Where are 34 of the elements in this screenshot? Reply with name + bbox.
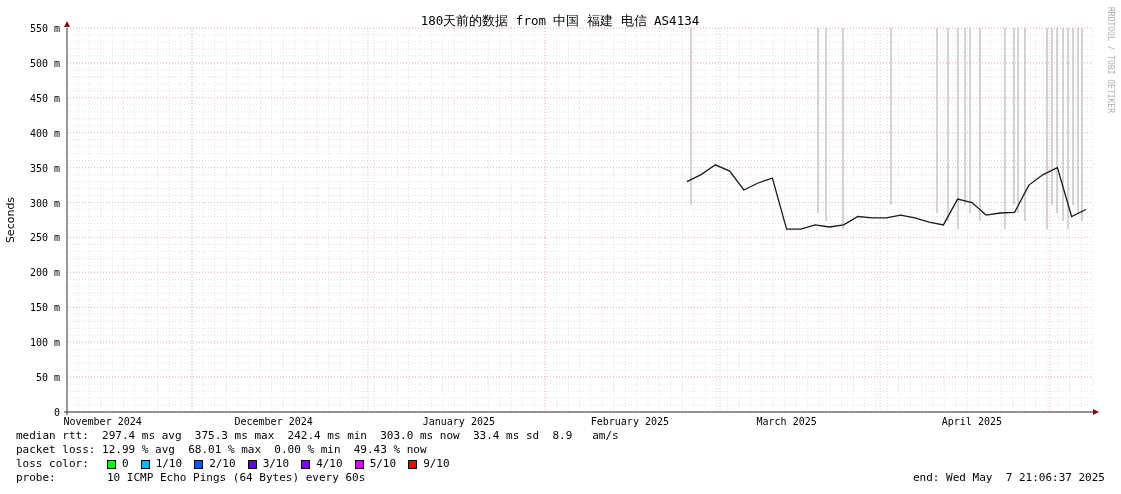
y-tick-label: 150 m: [29, 302, 60, 314]
y-tick-label: 250 m: [29, 232, 60, 244]
x-tick-label: November 2024: [63, 416, 142, 427]
loss-color-label: loss color:: [16, 457, 90, 471]
x-tick-label: December 2024: [234, 416, 313, 427]
loss-color-label: 5/10: [369, 457, 397, 471]
loss-color-label: 4/10: [316, 457, 343, 471]
y-tick-label: 500 m: [29, 57, 60, 69]
y-tick-label: 100 m: [29, 337, 60, 349]
loss-color-label: 2/10: [209, 457, 236, 471]
y-tick-label: 50 m: [35, 372, 60, 384]
y-tick-label: 550 m: [29, 23, 60, 34]
y-tick-label: 400 m: [29, 127, 60, 139]
probe-label: probe:: [16, 471, 57, 485]
credit-text: RRDTOOL / TOBI OETIKER: [1106, 7, 1115, 113]
y-tick-label: 200 m: [29, 267, 60, 279]
loss-color-label: 3/10: [262, 457, 290, 471]
loss-color-label: 0: [122, 457, 129, 471]
y-tick-label: 450 m: [29, 92, 60, 104]
chart-title: 180天前的数据 from 中国 福建 电信 AS4134: [420, 13, 700, 28]
x-tick-label: February 2025: [590, 416, 669, 427]
stats-text: median rtt: 297.4 ms avg 375.3 ms max 242.4 ms min 303.0 ms now 33.4 ms sd 8.9 am/s: [16, 429, 620, 443]
y-tick-label: 0: [53, 407, 60, 418]
y-tick-label: 300 m: [29, 197, 60, 209]
x-tick-label: April 2025: [941, 416, 1002, 427]
x-tick-label: January 2025: [422, 416, 495, 427]
y-axis-label: Seconds: [4, 196, 17, 244]
loss-color-label: 9/10: [423, 457, 450, 471]
probe-text: 10 ICMP Echo Pings (64 Bytes) every 60s: [107, 471, 366, 485]
end-time-text: end: Wed May 7 21:06:37 2025: [912, 471, 1105, 485]
loss-color-label: 1/10: [155, 457, 183, 471]
y-tick-label: 350 m: [29, 162, 60, 174]
stats-text: packet loss: 12.99 % avg 68.01 % max 0.00 % min 49.43 % now: [16, 443, 428, 457]
x-tick-label: March 2025: [756, 416, 817, 427]
